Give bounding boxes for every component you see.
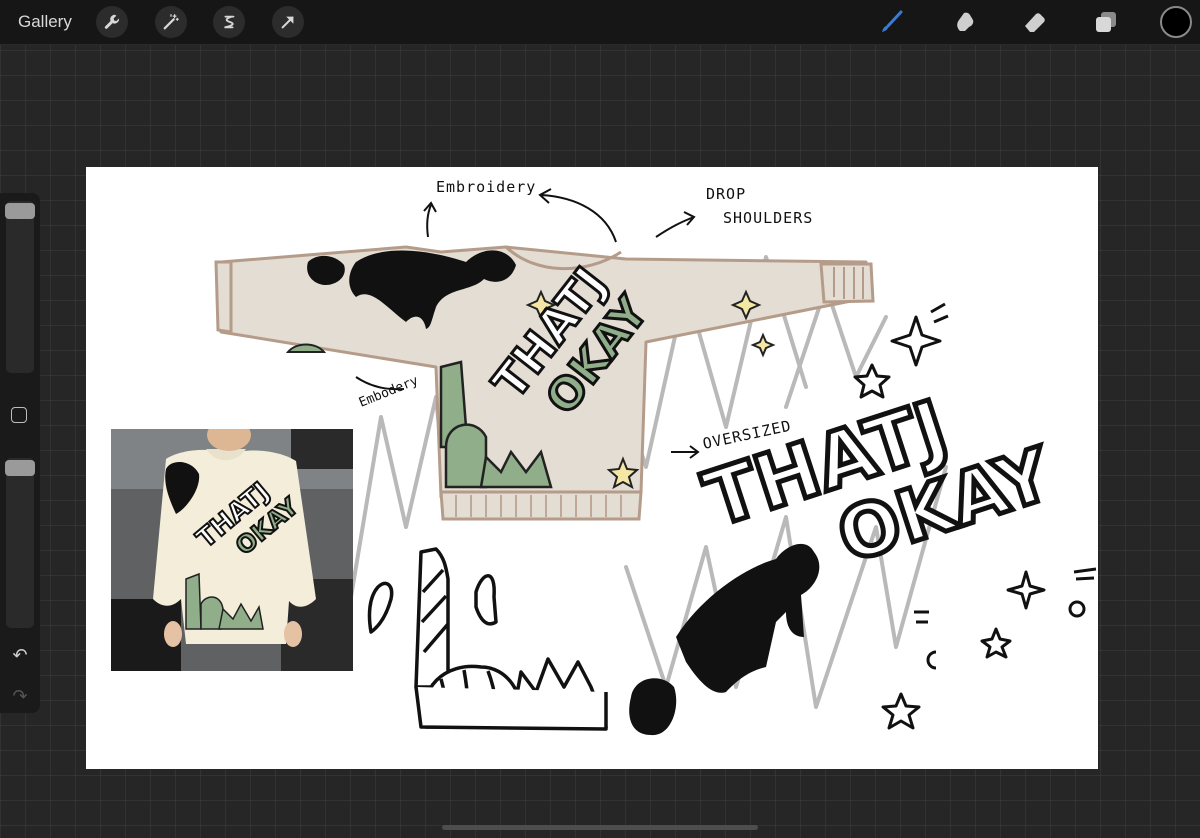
brush-icon[interactable] [877, 7, 907, 37]
home-indicator [442, 825, 758, 830]
annotation-embroidery-top: Embroidery [436, 178, 536, 196]
brush-size-thumb[interactable] [5, 203, 35, 219]
selection-icon[interactable] [213, 6, 245, 38]
redo-icon[interactable]: ↷ [10, 686, 30, 706]
dog-doodle [629, 543, 820, 736]
transform-arrow-icon[interactable] [272, 6, 304, 38]
gallery-button[interactable]: Gallery [18, 12, 72, 32]
smudge-icon[interactable] [950, 7, 980, 37]
drawing-canvas[interactable]: THATJ OKAY Embroidery DROP SHOULDERS Emb… [86, 167, 1098, 769]
color-swatch[interactable] [1160, 6, 1192, 38]
annotation-embroidery-side: Embodery [357, 373, 421, 410]
annotation-drop-1: DROP [706, 185, 746, 203]
sidebar: ↶ ↷ [0, 193, 40, 713]
modify-button[interactable] [11, 407, 27, 423]
layers-icon[interactable] [1091, 7, 1121, 37]
annotation-drop-2: SHOULDERS [723, 209, 813, 227]
cactus-doodle [367, 547, 608, 731]
opacity-slider[interactable] [5, 458, 35, 628]
eraser-icon[interactable] [1020, 7, 1050, 37]
opacity-thumb[interactable] [5, 460, 35, 476]
wrench-icon[interactable] [96, 6, 128, 38]
top-toolbar: Gallery [0, 0, 1200, 45]
brush-size-slider[interactable] [5, 201, 35, 373]
reference-photo: THATJ OKAY [111, 429, 353, 671]
undo-icon[interactable]: ↶ [10, 645, 30, 665]
magic-wand-icon[interactable] [155, 6, 187, 38]
